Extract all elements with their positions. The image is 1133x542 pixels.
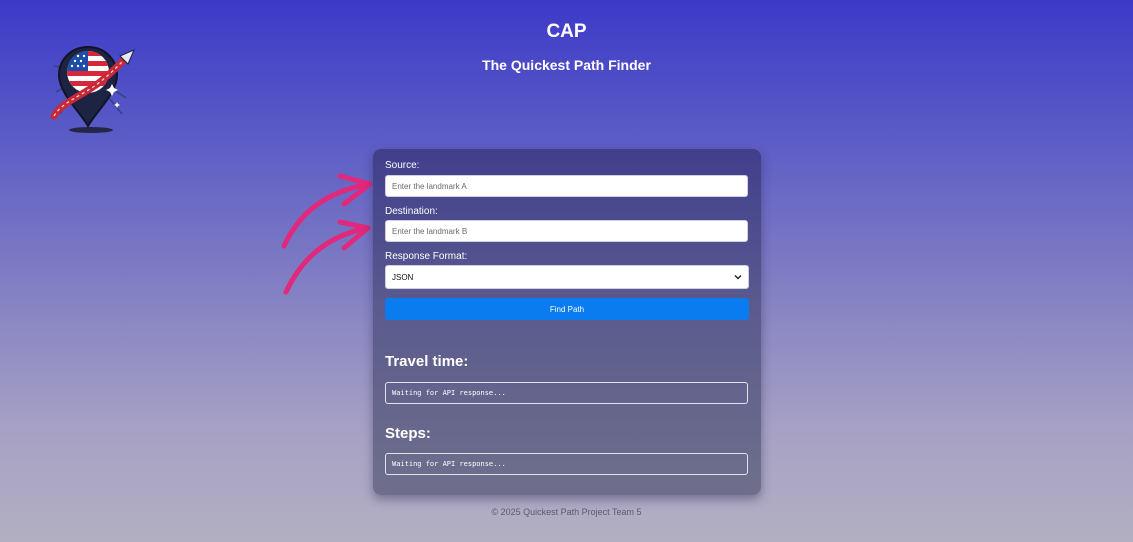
travel-time-heading: Travel time: [385,353,469,370]
destination-label: Destination: [385,206,438,217]
map-pin-logo-icon [50,45,135,133]
response-format-select[interactable]: JSON [385,265,749,289]
travel-time-output: Waiting for API response... [385,382,748,404]
destination-input[interactable] [385,220,748,242]
app-title: CAP [546,21,587,42]
steps-heading: Steps: [385,425,431,442]
response-format-value: JSON [392,272,414,282]
chevron-down-icon [734,275,742,280]
response-format-label: Response Format: [385,251,468,262]
path-finder-card: Source: Destination: Response Format: JS… [373,149,761,495]
pink-arrows-annotation-icon [281,173,373,295]
app-subtitle: The Quickest Path Finder [482,57,651,73]
source-input[interactable] [385,175,748,197]
steps-output: Waiting for API response... [385,453,748,475]
source-label: Source: [385,160,420,171]
footer-copyright: © 2025 Quickest Path Project Team 5 [491,507,642,517]
find-path-button[interactable]: Find Path [385,298,749,320]
